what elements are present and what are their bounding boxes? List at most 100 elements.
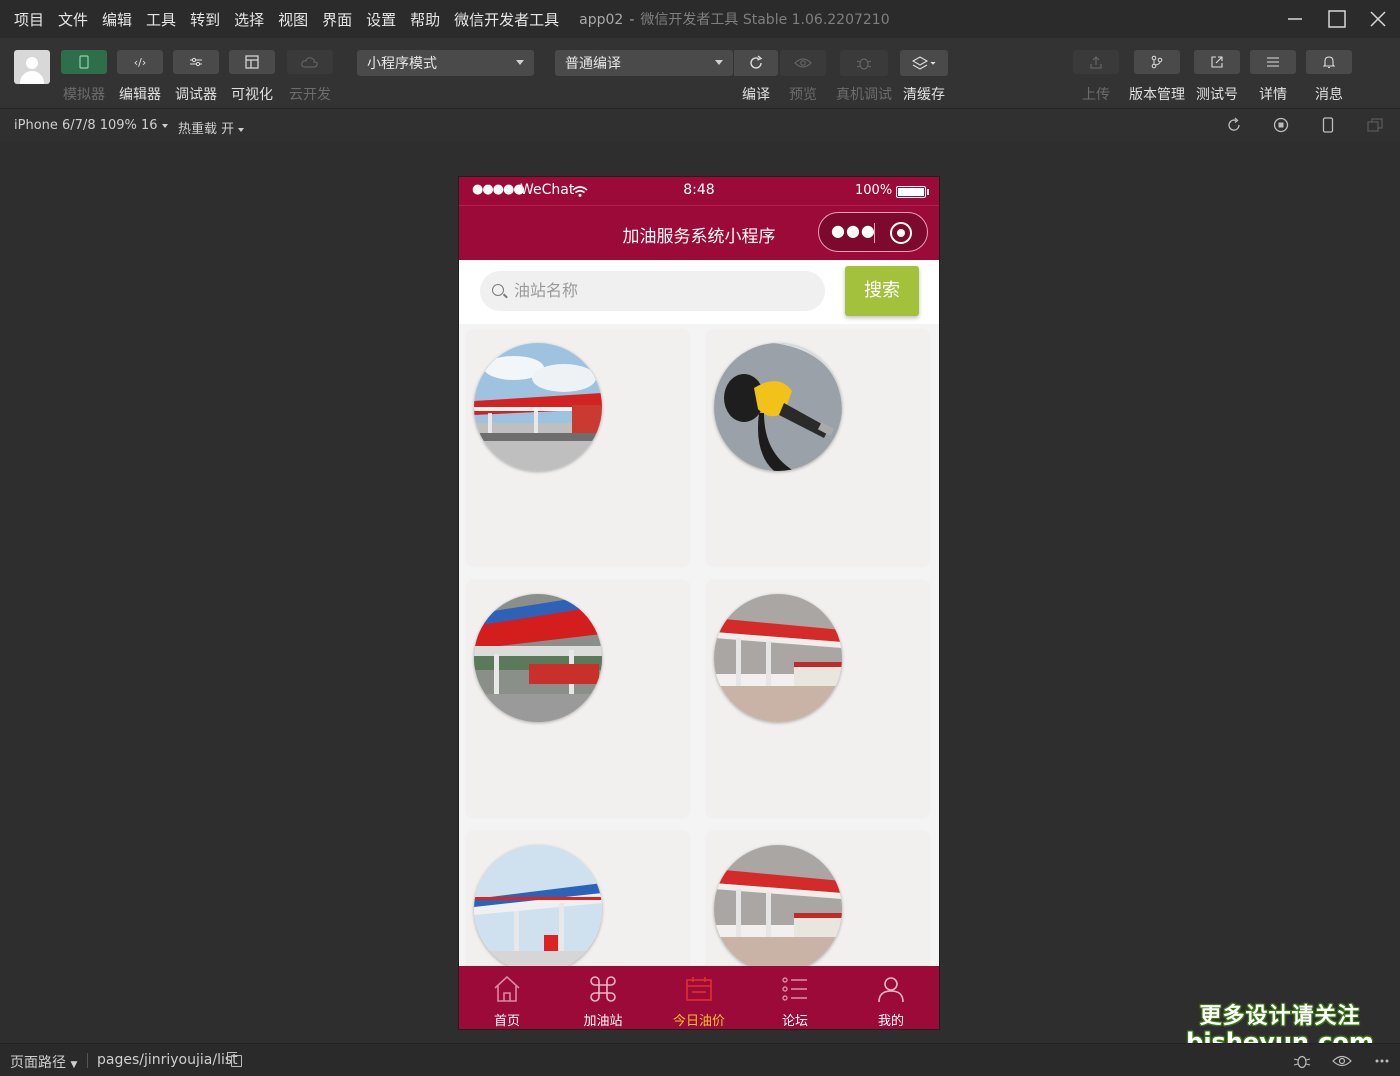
maximize-icon (1328, 10, 1346, 28)
upload-button[interactable] (1073, 50, 1119, 74)
bug-icon (856, 58, 872, 70)
menu-interface[interactable]: 界面 (322, 9, 352, 30)
compile-label: 编译 (742, 87, 770, 103)
phone-simulator: ●●●●● WeChat 8:48 100% 加油服务系统小程序 ●●● 油站名… (459, 177, 939, 1029)
menu-bar: 项目 文件 编辑 工具 转到 选择 视图 界面 设置 帮助 微信开发者工具 ap… (0, 0, 1400, 38)
minimize-button[interactable] (1275, 4, 1315, 34)
station-image (714, 845, 842, 973)
battery-icon (896, 186, 926, 198)
more-horizontal-icon[interactable] (1374, 1055, 1390, 1067)
device-select[interactable]: iPhone 6/7/8 109% 16 (14, 118, 168, 133)
station-card[interactable] (707, 330, 929, 566)
cloud-button[interactable] (287, 50, 333, 74)
upload-label: 上传 (1082, 87, 1110, 103)
phone-icon (79, 55, 89, 69)
upload-icon (1090, 56, 1102, 69)
menu-icon (1267, 57, 1279, 67)
hot-reload-value: 热重载 开 (178, 122, 235, 137)
hot-reload-select[interactable]: 热重载 开 (178, 118, 245, 137)
maximize-button[interactable] (1317, 4, 1357, 34)
page-path-select[interactable]: 页面路径 ▼ (10, 1052, 77, 1072)
tab-stations[interactable]: 加油站 (555, 966, 651, 1029)
tab-label: 论坛 (781, 1014, 808, 1029)
tab-home[interactable]: 首页 (459, 966, 555, 1029)
station-image (474, 594, 602, 722)
compile-select[interactable]: 普通编译 (555, 50, 733, 76)
messages-button[interactable] (1306, 50, 1352, 74)
menu-goto[interactable]: 转到 (190, 9, 220, 30)
menu-file[interactable]: 文件 (58, 9, 88, 30)
search-input[interactable]: 油站名称 (480, 271, 825, 311)
remote-debug-button[interactable] (840, 50, 888, 76)
compile-select-value: 普通编译 (565, 56, 621, 72)
battery-tip (927, 189, 929, 195)
window-project: app02 (579, 12, 624, 28)
copy-icon[interactable] (227, 1052, 242, 1067)
menu-wechat-devtools[interactable]: 微信开发者工具 (454, 9, 559, 30)
station-card[interactable] (467, 330, 689, 566)
menu-select[interactable]: 选择 (234, 9, 264, 30)
chevron-down-icon (238, 127, 245, 132)
detach-icon[interactable] (1366, 117, 1384, 135)
battery-text: 100% (855, 183, 893, 198)
station-image (714, 594, 842, 722)
compile-button[interactable] (734, 50, 778, 76)
minimize-icon (1288, 18, 1302, 20)
avatar[interactable] (14, 50, 50, 84)
bug-icon[interactable] (1293, 1053, 1311, 1069)
chevron-down-icon (715, 60, 723, 65)
tab-forum[interactable]: 论坛 (747, 966, 843, 1029)
external-link-icon (1211, 56, 1223, 68)
station-grid (459, 324, 939, 1029)
station-card[interactable] (467, 581, 689, 817)
capsule-divider (874, 223, 875, 243)
clear-cache-label: 清缓存 (903, 87, 945, 103)
menu-help[interactable]: 帮助 (410, 9, 440, 30)
rotate-icon[interactable] (1225, 117, 1243, 135)
command-icon (590, 976, 616, 1002)
layout-icon (245, 55, 259, 69)
search-bar: 油站名称 搜索 (459, 260, 939, 324)
cloud-icon (301, 57, 318, 68)
device-select-value: iPhone 6/7/8 109% 16 (14, 118, 158, 133)
list-icon (782, 977, 807, 1001)
test-account-button[interactable] (1194, 50, 1240, 74)
menu-view[interactable]: 视图 (278, 9, 308, 30)
preview-button[interactable] (780, 50, 826, 76)
eye-icon[interactable] (1332, 1055, 1352, 1067)
refresh-icon (750, 55, 763, 69)
station-card[interactable] (707, 581, 929, 817)
watermark-line1: 更多设计请关注 (1199, 1004, 1361, 1029)
close-button[interactable] (1358, 4, 1398, 34)
station-image (474, 343, 602, 471)
phone-nav-bar: 加油服务系统小程序 ●●● (459, 205, 939, 260)
station-image (714, 343, 842, 471)
tab-today-price[interactable]: 今日油价 (651, 966, 747, 1029)
chevron-down-icon (161, 123, 168, 128)
details-label: 详情 (1259, 87, 1287, 103)
version-button[interactable] (1134, 50, 1180, 74)
mode-select[interactable]: 小程序模式 (357, 50, 534, 76)
debugger-button[interactable] (173, 50, 219, 74)
menu-edit[interactable]: 编辑 (102, 9, 132, 30)
clear-cache-button[interactable] (900, 50, 948, 76)
device-frame-icon[interactable] (1319, 117, 1337, 135)
more-icon[interactable]: ●●● (831, 221, 876, 240)
editor-button[interactable]: ‹/› (117, 50, 163, 74)
tab-mine[interactable]: 我的 (843, 966, 939, 1029)
visualize-button[interactable] (229, 50, 275, 74)
close-miniprogram-icon[interactable] (890, 222, 912, 244)
search-button[interactable]: 搜索 (845, 266, 919, 316)
menu-tools[interactable]: 工具 (146, 9, 176, 30)
stop-icon[interactable] (1272, 117, 1290, 135)
station-image (474, 845, 602, 973)
details-button[interactable] (1250, 50, 1296, 74)
cloud-label: 云开发 (289, 87, 331, 103)
menu-project[interactable]: 项目 (14, 9, 44, 30)
divider (87, 1053, 88, 1068)
page-path-label: 页面路径 (10, 1055, 66, 1071)
chevron-down-icon: ▼ (70, 1060, 78, 1070)
simulator-button[interactable] (61, 50, 107, 74)
calendar-icon (686, 977, 712, 1001)
menu-settings[interactable]: 设置 (366, 9, 396, 30)
